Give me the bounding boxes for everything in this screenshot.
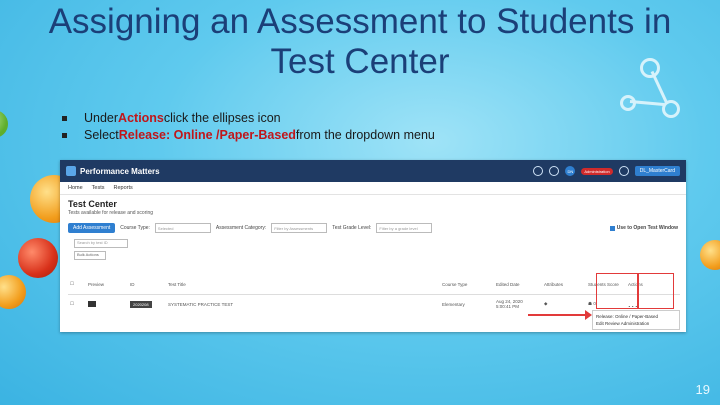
col-preview[interactable]: Preview (86, 274, 128, 295)
open-window-label: Use to Open Test Window (616, 225, 678, 231)
course-type-input[interactable]: Selected (154, 223, 211, 233)
bullet-list: Under Actions click the ellipses icon Se… (62, 110, 435, 144)
nav-reports[interactable]: Reports (114, 185, 133, 191)
table-header-row: ☐ Preview ID Test Title Course Type Edit… (68, 274, 680, 295)
checkbox-icon[interactable] (609, 225, 615, 231)
bullet-item: Select Release: Online /Paper-Based from… (62, 127, 435, 144)
red-sphere (18, 238, 58, 278)
select-all-checkbox[interactable]: ☐ (68, 274, 86, 295)
brand-name: Performance Matters (80, 166, 160, 176)
col-edited-date[interactable]: Edited Date (494, 274, 542, 295)
title-cell[interactable]: SYSTEMATIC PRACTICE TEST (166, 295, 440, 314)
edited-time: 5:00:41 PM (496, 304, 520, 309)
nav-home[interactable]: Home (68, 185, 83, 191)
highlight-box-actions (638, 273, 674, 309)
slide-title-line1: Assigning an Assessment to Students in (48, 2, 672, 41)
grade-label: Test Grade Level: (332, 225, 372, 231)
col-attributes[interactable]: Attributes (542, 274, 586, 295)
slide-title: Assigning an Assessment to Students in T… (0, 2, 720, 82)
settings-icon[interactable] (618, 166, 629, 176)
tag-icon: ◆ (544, 301, 548, 306)
bullet-square-icon (62, 133, 67, 138)
category-input[interactable]: Filter by Assessments (271, 223, 328, 233)
bullet-highlight: Actions (118, 111, 164, 125)
page-description: Tests available for release and scoring (68, 210, 154, 216)
preview-icon[interactable] (88, 300, 96, 307)
course-type-cell: Elementary (442, 301, 465, 307)
col-title[interactable]: Test Title (166, 274, 440, 295)
menu-item-edit-review[interactable]: Edit Review Administration (596, 320, 676, 327)
bullet-text: from the dropdown menu (295, 128, 435, 142)
highlight-box-score (596, 273, 638, 309)
edited-date-cell: Aug 24, 2020 5:00:41 PM (494, 295, 542, 314)
bullet-square-icon (62, 116, 67, 121)
sub-navigation: Home Tests Reports (60, 182, 686, 195)
grade-input[interactable]: Filter by a grade level (376, 223, 433, 233)
id-badge: 2020208 (130, 300, 152, 308)
add-assessment-button[interactable]: Add Assessment (68, 223, 116, 233)
open-window-toggle[interactable]: Use to Open Test Window (609, 225, 678, 231)
id-cell: 2020208 (128, 295, 166, 314)
bulk-actions-select[interactable]: Bulk Actions (74, 251, 106, 260)
attributes-cell: ◆ (542, 295, 586, 314)
filter-bar: Add Assessment Course Type: Selected Ass… (60, 217, 686, 237)
bullet-text: Under (84, 111, 119, 125)
menu-item-release[interactable]: Release: Online / Paper-Based (596, 313, 676, 320)
preview-cell (86, 295, 128, 314)
green-sphere (0, 110, 8, 138)
bullet-highlight: Release: Online /Paper-Based (118, 128, 296, 142)
users-icon: ☗ (588, 301, 593, 306)
pointer-arrow (528, 310, 592, 320)
orange-sphere-right (700, 240, 720, 270)
brand-logo-icon (66, 166, 76, 176)
bullet-text: click the ellipses icon (163, 111, 281, 125)
app-topbar: Performance Matters DN Administration DL… (60, 160, 686, 182)
search-input[interactable]: Search by test ID (74, 239, 128, 248)
help-icon[interactable] (533, 166, 544, 176)
row-checkbox[interactable]: ☐ (68, 295, 86, 314)
topbar-right: DN Administration DL_MasterCard (533, 166, 686, 176)
col-course-type[interactable]: Course Type (440, 274, 494, 295)
col-id[interactable]: ID (128, 274, 166, 295)
bullet-text: Select (84, 128, 119, 142)
tests-table: ☐ Preview ID Test Title Course Type Edit… (68, 274, 680, 313)
orange-sphere-small (0, 275, 26, 309)
avatar[interactable]: DN (565, 166, 576, 176)
page-title: Test Center (68, 199, 117, 209)
page-number: 19 (695, 382, 710, 397)
app-screenshot: Performance Matters DN Administration DL… (60, 160, 686, 332)
bullet-item: Under Actions click the ellipses icon (62, 110, 435, 127)
nav-tests[interactable]: Tests (92, 185, 105, 191)
actions-dropdown-menu: Release: Online / Paper-Based Edit Revie… (592, 310, 680, 330)
search-icon[interactable] (549, 166, 560, 176)
category-label: Assessment Category: (215, 225, 267, 231)
slide-title-line2: Test Center (270, 42, 450, 81)
user-menu-button[interactable]: DL_MasterCard (634, 166, 680, 176)
role-badge: Administration (581, 167, 613, 175)
course-type-label: Course Type: (120, 225, 150, 231)
